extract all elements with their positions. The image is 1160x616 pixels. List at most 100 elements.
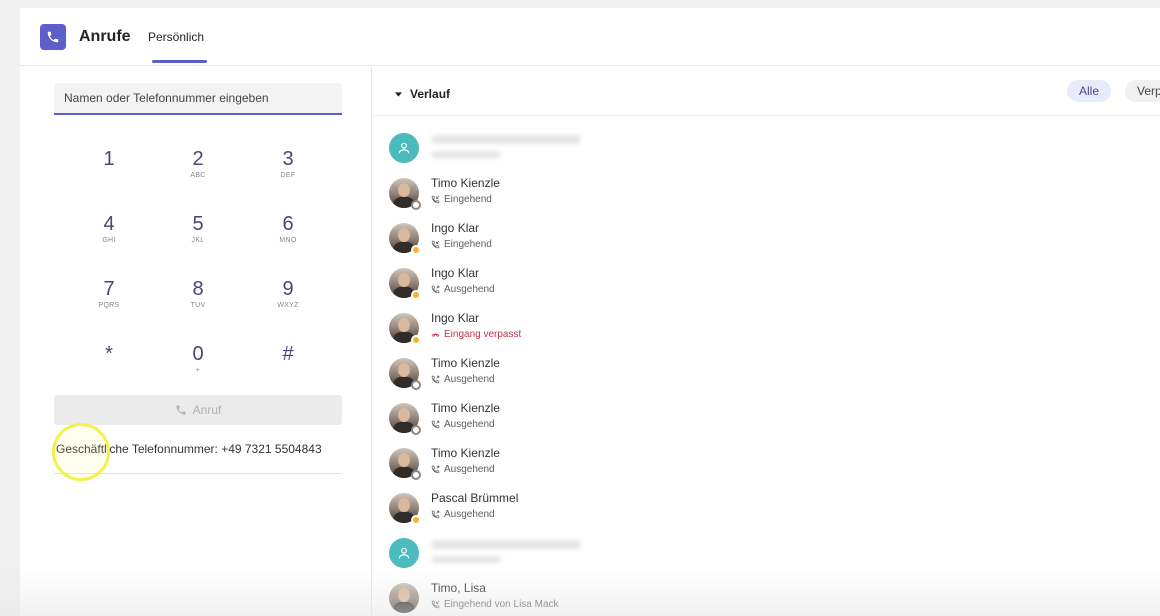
history-item[interactable]: Timo, Lisa Eingehend von Lisa Mack [389,579,1089,616]
app-title: Anrufe [79,28,131,45]
outgoing-call-icon [431,420,440,429]
history-item[interactable] [389,129,1089,171]
history-item[interactable]: Ingo Klar Eingang verpasst [389,309,1089,351]
history-item[interactable] [389,534,1089,576]
dial-key-8[interactable]: 8 TUV [163,277,233,311]
call-button-label: Anruf [192,403,222,417]
call-status-label: Ausgehend [444,374,495,385]
incoming-call-icon [431,600,440,609]
call-button[interactable]: Anruf [54,395,342,425]
dial-key-2[interactable]: 2 ABC [163,147,233,181]
tab-active-indicator [152,60,207,63]
call-status: Ausgehend [431,509,495,520]
incoming-call-icon [431,195,440,204]
dial-key-letters: PQRS [98,302,120,309]
tab-personal[interactable]: Persönlich [148,30,204,44]
history-item[interactable]: Ingo Klar Ausgehend [389,264,1089,306]
history-header-label: Verlauf [410,87,451,101]
call-status: Eingehend von Lisa Mack [431,599,559,610]
calls-app: Anrufe Persönlich Namen oder Telefonnumm… [20,8,1160,616]
presence-indicator [411,335,421,345]
dialpad-panel: Namen oder Telefonnummer eingeben 1 2 ABC 3… [20,67,372,616]
dial-key-digit: 7 [103,278,115,300]
history-item[interactable]: Timo Kienzle Ausgehend [389,354,1089,396]
contact-name: Timo Kienzle [431,401,500,415]
person-icon [398,547,410,559]
call-status-label: Eingehend [444,194,492,205]
call-status: Eingehend [431,194,492,205]
filter-missed[interactable]: Verp [1125,80,1160,102]
person-icon [398,142,410,154]
dial-key-digit: 2 [192,148,204,170]
dial-key-letters: GHI [102,237,116,244]
dial-key-digit: 0 [192,343,204,365]
contact-name: Pascal Brümmel [431,491,519,505]
call-status-label: Ausgehend [444,419,495,430]
history-item[interactable]: Ingo Klar Eingehend [389,219,1089,261]
dial-key-digit: * [105,343,113,365]
contact-name: Timo Kienzle [431,176,500,190]
dial-key-letters: TUV [190,302,206,309]
history-item[interactable]: Pascal Brümmel Ausgehend [389,489,1089,531]
outgoing-call-icon [431,285,440,294]
dial-key-6[interactable]: 6 MNO [253,212,323,246]
dial-key-digit: 4 [103,213,115,235]
contact-name: Ingo Klar [431,266,480,280]
dial-key-digit: 1 [103,148,115,170]
history-item[interactable]: Timo Kienzle Ausgehend [389,399,1089,441]
history-item[interactable]: Timo Kienzle Eingehend [389,174,1089,216]
contact-name: Timo Kienzle [431,446,500,460]
redacted-status [431,556,501,563]
phone-app-icon [40,24,66,50]
incoming-call-icon [431,240,440,249]
redacted-name [431,135,581,144]
dial-key-letters: WXYZ [277,302,299,309]
divider [373,115,1160,116]
history-header[interactable]: Verlauf [395,87,450,101]
outgoing-call-icon [431,465,440,474]
dial-key-digit: 8 [192,278,204,300]
dial-key-hash[interactable]: # [253,342,323,366]
call-status-label: Eingang verpasst [444,329,522,340]
avatar [389,133,419,163]
dial-key-letters: JKL [191,237,205,244]
dial-key-7[interactable]: 7 PQRS [74,277,144,311]
dial-key-letters: ABC [190,172,206,179]
dial-key-letters: MNO [279,237,297,244]
contact-name: Timo Kienzle [431,356,500,370]
presence-indicator [411,200,421,210]
phone-icon [176,405,186,415]
contact-name: Ingo Klar [431,221,480,235]
dial-key-5[interactable]: 5 JKL [163,212,233,246]
dial-key-9[interactable]: 9 WXYZ [253,277,323,311]
presence-indicator [411,425,421,435]
history-panel: Verlauf Alle Verp Timo Kienzle Eingehend I… [373,67,1160,616]
dial-key-1[interactable]: 1 [74,147,144,171]
call-status: Ausgehend [431,374,495,385]
number-search-input[interactable]: Namen oder Telefonnummer eingeben [54,83,342,115]
outgoing-call-icon [431,375,440,384]
filter-all[interactable]: Alle [1067,80,1112,102]
contact-name: Ingo Klar [431,311,480,325]
call-status: Eingehend [431,239,492,250]
call-status: Ausgehend [431,284,495,295]
redacted-name [431,540,581,549]
dial-key-letters: + [195,367,201,374]
call-status: Eingang verpasst [431,329,521,340]
redacted-status [431,151,501,158]
dial-key-digit: 5 [192,213,204,235]
history-item[interactable]: Timo Kienzle Ausgehend [389,444,1089,486]
top-bar: Anrufe Persönlich [20,8,1160,66]
missed-call-icon [431,330,440,339]
dial-key-digit: 6 [282,213,294,235]
presence-indicator [411,515,421,525]
dial-key-3[interactable]: 3 DEF [253,147,323,181]
avatar [389,583,419,613]
call-status: Ausgehend [431,464,495,475]
avatar [389,538,419,568]
dial-key-star[interactable]: * [74,342,144,366]
presence-indicator [411,245,421,255]
dial-key-0[interactable]: 0 + [163,342,233,376]
dial-key-4[interactable]: 4 GHI [74,212,144,246]
presence-indicator [411,380,421,390]
